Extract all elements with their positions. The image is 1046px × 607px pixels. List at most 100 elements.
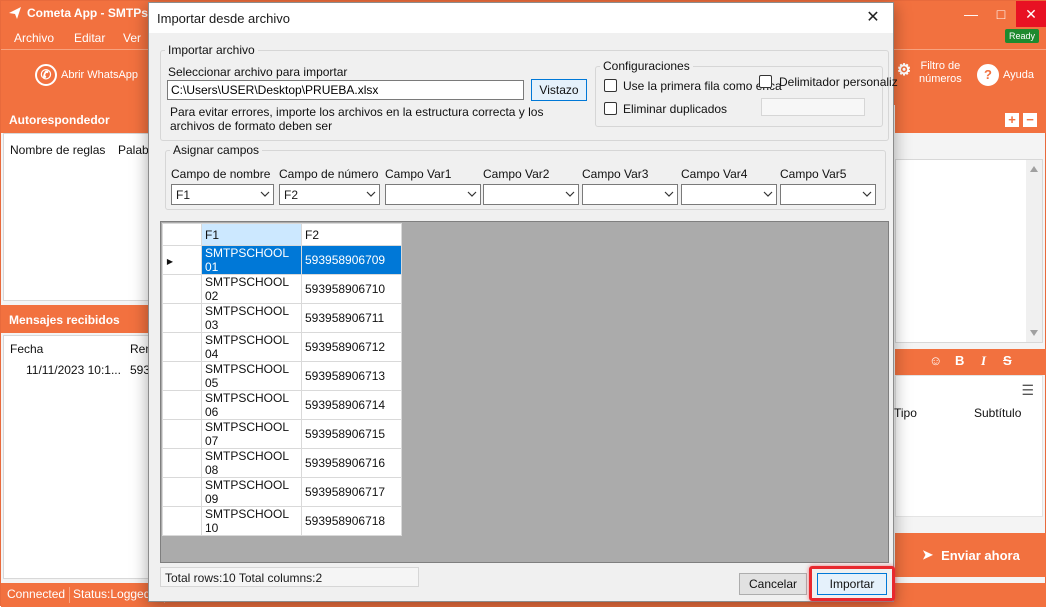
table-cell[interactable]: SMTPSCHOOL 04 <box>201 332 302 362</box>
preview-grid[interactable]: F1 F2 ▶ SMTPSCHOOL 01 593958906709 SMTPSCHOOL… <box>160 221 889 563</box>
row-header[interactable] <box>162 506 202 536</box>
menu-ver[interactable]: Ver <box>123 31 141 45</box>
col-type[interactable]: Tipo <box>894 406 917 420</box>
right-text-area[interactable] <box>895 159 1043 343</box>
dialog-close-button[interactable]: ✕ <box>853 3 893 33</box>
chevron-down-icon[interactable] <box>565 189 575 199</box>
table-row[interactable]: SMTPSCHOOL 04 593958906712 <box>162 332 402 362</box>
row-header[interactable] <box>162 274 202 304</box>
table-cell[interactable]: 593958906715 <box>301 419 402 449</box>
menu-editar[interactable]: Editar <box>74 31 105 45</box>
filter-numbers-label-1: Filtro de <box>920 60 961 72</box>
table-cell[interactable]: SMTPSCHOOL 01 <box>201 245 302 275</box>
table-cell[interactable]: 593958906710 <box>301 274 402 304</box>
field-select[interactable] <box>483 184 579 205</box>
field-select[interactable]: F1 <box>171 184 274 205</box>
browse-button[interactable]: Vistazo <box>531 79 587 101</box>
table-row[interactable]: SMTPSCHOOL 09 593958906717 <box>162 477 402 507</box>
app-title: Cometa App - SMTPs <box>27 6 148 20</box>
chevron-down-icon[interactable] <box>467 189 477 199</box>
chevron-down-icon[interactable] <box>763 189 773 199</box>
autoresponder-list[interactable]: Nombre de reglas Palabr <box>3 133 153 301</box>
column-header[interactable]: F2 <box>301 223 402 246</box>
table-cell[interactable]: 593958906711 <box>301 303 402 333</box>
table-row[interactable]: SMTPSCHOOL 02 593958906710 <box>162 274 402 304</box>
file-path-input[interactable] <box>167 80 524 100</box>
field-select[interactable] <box>780 184 876 205</box>
send-now-button[interactable]: ➤ Enviar ahora <box>895 533 1046 577</box>
row-header[interactable] <box>162 361 202 391</box>
table-cell[interactable]: SMTPSCHOOL 07 <box>201 419 302 449</box>
delimiter-input[interactable] <box>761 98 865 116</box>
table-row[interactable]: SMTPSCHOOL 08 593958906716 <box>162 448 402 478</box>
field-select[interactable]: F2 <box>279 184 380 205</box>
table-cell[interactable]: 593958906709 <box>301 245 402 275</box>
row-header[interactable] <box>162 390 202 420</box>
table-row[interactable]: SMTPSCHOOL 07 593958906715 <box>162 419 402 449</box>
bold-icon[interactable]: B <box>955 353 964 368</box>
chevron-down-icon[interactable] <box>366 189 376 199</box>
table-cell[interactable]: 593958906712 <box>301 332 402 362</box>
first-row-header-checkbox[interactable] <box>604 79 617 92</box>
strikethrough-icon[interactable]: S <box>1003 353 1012 368</box>
chevron-down-icon[interactable] <box>664 189 674 199</box>
row-header[interactable] <box>162 448 202 478</box>
open-whatsapp-button[interactable]: ✆ Abrir WhatsApp <box>35 64 138 86</box>
table-cell[interactable]: 593958906713 <box>301 361 402 391</box>
scroll-up-icon[interactable] <box>1030 166 1038 172</box>
assign-fields-legend: Asignar campos <box>173 143 260 157</box>
remove-duplicates-checkbox[interactable] <box>604 102 617 115</box>
emoji-icon[interactable]: ☺ <box>929 353 942 368</box>
message-date[interactable]: 11/11/2023 10:1... <box>26 363 121 377</box>
table-cell[interactable]: SMTPSCHOOL 05 <box>201 361 302 391</box>
table-cell[interactable]: SMTPSCHOOL 06 <box>201 390 302 420</box>
table-cell[interactable]: 593958906718 <box>301 506 402 536</box>
col-date[interactable]: Fecha <box>10 342 43 356</box>
chevron-down-icon[interactable] <box>862 189 872 199</box>
field-select[interactable] <box>681 184 777 205</box>
row-header[interactable] <box>162 332 202 362</box>
remove-icon[interactable]: − <box>1023 113 1037 127</box>
table-cell[interactable]: SMTPSCHOOL 10 <box>201 506 302 536</box>
filter-numbers-button[interactable]: ⚙ Filtro de números <box>893 60 962 86</box>
row-header[interactable]: ▶ <box>162 245 202 275</box>
hamburger-menu-icon[interactable]: ☰ <box>1021 382 1034 399</box>
table-cell[interactable]: SMTPSCHOOL 03 <box>201 303 302 333</box>
column-header[interactable]: F1 <box>201 223 302 246</box>
table-cell[interactable]: SMTPSCHOOL 08 <box>201 448 302 478</box>
help-button[interactable]: ? Ayuda <box>977 64 1034 86</box>
app-close-button[interactable]: ✕ <box>1016 1 1046 27</box>
scroll-down-icon[interactable] <box>1030 330 1038 336</box>
table-cell[interactable]: SMTPSCHOOL 02 <box>201 274 302 304</box>
whatsapp-icon: ✆ <box>35 64 57 86</box>
received-messages-list[interactable]: Fecha Rem 11/11/2023 10:1... 593 <box>3 335 155 579</box>
table-cell[interactable]: 593958906717 <box>301 477 402 507</box>
row-header[interactable] <box>162 419 202 449</box>
grid-corner-cell[interactable] <box>162 223 202 246</box>
maximize-button[interactable]: □ <box>986 1 1016 27</box>
field-select[interactable] <box>385 184 481 205</box>
row-header[interactable] <box>162 477 202 507</box>
field-select[interactable] <box>582 184 678 205</box>
attachments-list[interactable]: ☰ Tipo Subtítulo <box>894 375 1043 517</box>
table-row[interactable]: SMTPSCHOOL 06 593958906714 <box>162 390 402 420</box>
minimize-button[interactable]: — <box>956 1 986 27</box>
col-rule-name[interactable]: Nombre de reglas <box>10 143 105 157</box>
table-row[interactable]: SMTPSCHOOL 05 593958906713 <box>162 361 402 391</box>
table-row[interactable]: SMTPSCHOOL 10 593958906718 <box>162 506 402 536</box>
chevron-down-icon[interactable] <box>260 189 270 199</box>
menu-archivo[interactable]: Archivo <box>14 31 54 45</box>
table-row[interactable]: ▶ SMTPSCHOOL 01 593958906709 <box>162 245 402 275</box>
custom-delimiter-checkbox[interactable] <box>759 75 772 88</box>
italic-icon[interactable]: I <box>981 353 986 369</box>
table-cell[interactable]: 593958906716 <box>301 448 402 478</box>
scrollbar[interactable] <box>1026 160 1042 342</box>
table-cell[interactable]: SMTPSCHOOL 09 <box>201 477 302 507</box>
row-header[interactable] <box>162 303 202 333</box>
import-dialog: Importar desde archivo ✕ Importar archiv… <box>148 2 898 602</box>
add-icon[interactable]: + <box>1005 113 1019 127</box>
table-cell[interactable]: 593958906714 <box>301 390 402 420</box>
cancel-button[interactable]: Cancelar <box>739 573 807 595</box>
table-row[interactable]: SMTPSCHOOL 03 593958906711 <box>162 303 402 333</box>
col-subtitle[interactable]: Subtítulo <box>974 406 1021 420</box>
